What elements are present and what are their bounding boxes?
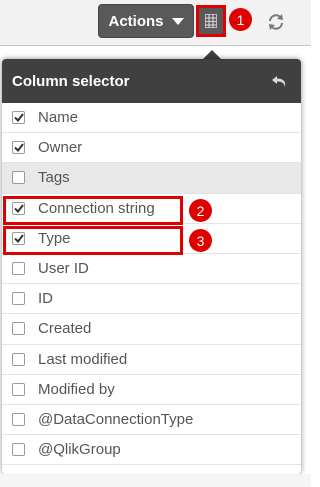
column-option-row[interactable]: Tags [2, 163, 301, 194]
column-label: Created [38, 320, 92, 338]
column-checkbox[interactable] [12, 141, 25, 155]
column-label: ID [38, 290, 53, 308]
column-selector-button[interactable] [196, 5, 226, 37]
undo-arrow-icon[interactable] [271, 73, 289, 89]
column-checkbox[interactable] [12, 292, 25, 306]
column-checkbox[interactable] [12, 322, 25, 336]
column-selector-popup: Column selector Name Owner Tags Connection … [2, 59, 301, 474]
annotation-badge-2: 2 [189, 199, 212, 222]
column-label: @DataConnectionType [38, 410, 194, 428]
column-checkbox[interactable] [12, 231, 25, 245]
column-option-row[interactable]: Created [2, 314, 301, 345]
checkmark-icon [13, 204, 24, 213]
caret-down-icon [171, 17, 184, 25]
reload-button[interactable] [263, 9, 289, 35]
column-option-row[interactable]: Last modified [2, 345, 301, 375]
checkmark-icon [13, 234, 24, 243]
column-checkbox[interactable] [12, 412, 25, 426]
popup-title: Column selector [12, 72, 130, 90]
column-label: Connection string [38, 199, 155, 217]
actions-label: Actions [108, 12, 164, 30]
column-list: Name Owner Tags Connection string Type User I… [2, 103, 301, 466]
reload-icon [269, 14, 283, 30]
column-label: Last modified [38, 350, 128, 368]
column-checkbox[interactable] [12, 111, 25, 125]
column-label: Tags [38, 169, 70, 187]
column-option-row[interactable]: Connection string [2, 194, 301, 224]
column-checkbox[interactable] [12, 171, 25, 185]
column-label: User ID [38, 260, 89, 278]
column-label: @QlikGroup [38, 441, 121, 459]
column-option-row[interactable]: ID [2, 284, 301, 315]
checkmark-icon [13, 113, 24, 123]
column-option-row[interactable]: User ID [2, 254, 301, 285]
column-option-row[interactable]: @QlikGroup [2, 435, 301, 466]
column-label: Owner [38, 139, 83, 157]
column-checkbox[interactable] [12, 443, 25, 457]
checkmark-icon [13, 143, 24, 153]
column-checkbox[interactable] [12, 262, 25, 276]
column-option-row[interactable]: Type [2, 224, 301, 254]
column-label: Type [38, 229, 71, 247]
column-option-row[interactable]: Name [2, 103, 301, 134]
column-label: Name [38, 109, 79, 127]
column-option-row[interactable]: Modified by [2, 375, 301, 405]
annotation-badge-1: 1 [229, 8, 252, 31]
popup-header: Column selector [2, 59, 301, 103]
column-option-row[interactable]: Owner [2, 133, 301, 164]
column-checkbox[interactable] [12, 382, 25, 396]
table-columns-icon [205, 14, 217, 28]
column-checkbox[interactable] [12, 201, 25, 215]
column-label: Modified by [38, 380, 115, 398]
actions-button[interactable]: Actions [98, 4, 194, 38]
annotation-badge-3: 3 [189, 229, 212, 252]
background-strip [0, 474, 311, 487]
column-checkbox[interactable] [12, 352, 25, 366]
column-option-row[interactable]: @DataConnectionType [2, 405, 301, 436]
